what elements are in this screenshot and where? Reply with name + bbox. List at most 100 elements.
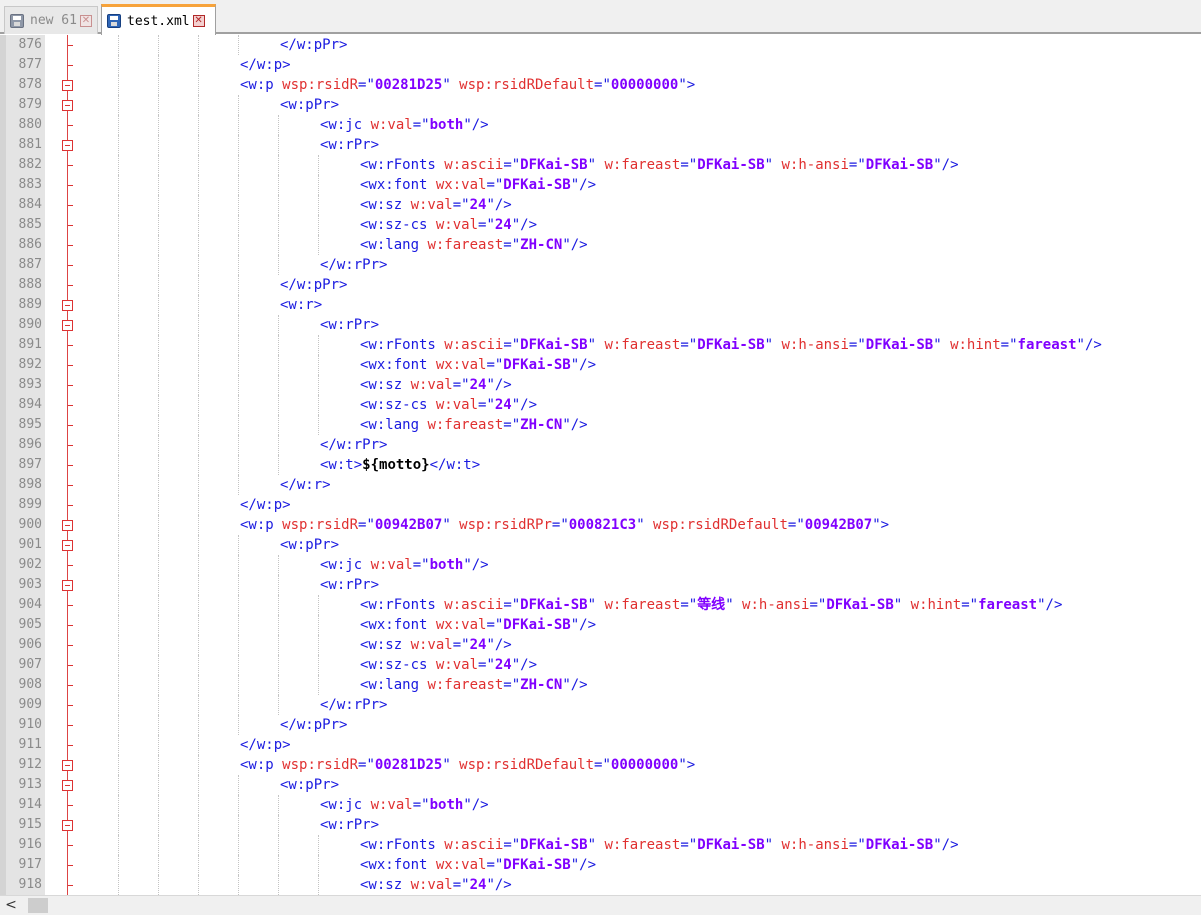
code-line[interactable]: 900 <w:p wsp:rsidR="00942B07" wsp:rsidRPr… <box>0 515 1201 535</box>
code-line[interactable]: 911 </w:p> <box>0 735 1201 755</box>
indent-guide <box>238 875 240 895</box>
indent-guide <box>238 815 240 835</box>
xml-value-token: 24 <box>494 397 512 413</box>
indent-guide <box>278 595 280 615</box>
code-line[interactable]: 889 <w:r> <box>0 295 1201 315</box>
code-line[interactable]: 906 <w:sz w:val="24"/> <box>0 635 1201 655</box>
line-number: 880 <box>18 117 42 132</box>
fold-toggle-icon[interactable] <box>62 540 73 551</box>
tab-test-xml[interactable]: test.xml ✕ <box>101 4 216 35</box>
xml-tag-token: =" <box>412 117 430 133</box>
line-number: 877 <box>18 57 42 72</box>
fold-toggle-icon[interactable] <box>62 820 73 831</box>
code-line[interactable]: 898 </w:r> <box>0 475 1201 495</box>
fold-toggle-icon[interactable] <box>62 300 73 311</box>
close-icon[interactable]: ✕ <box>192 15 205 27</box>
code-editor[interactable]: 876 </w:pPr> 877 </w:p> 878 <w:p wsp:rsidR="0… <box>0 35 1201 895</box>
scrollbar-thumb[interactable] <box>28 898 48 913</box>
code-line[interactable]: 881 <w:rPr> <box>0 135 1201 155</box>
tab-label: test.xml <box>127 13 190 29</box>
fold-toggle-icon[interactable] <box>62 780 73 791</box>
code-line[interactable]: 910 </w:pPr> <box>0 715 1201 735</box>
code-line[interactable]: 908 <w:lang w:fareast="ZH-CN"/> <box>0 675 1201 695</box>
scroll-left-arrow-icon[interactable]: < <box>2 897 20 914</box>
indent-guide <box>158 875 160 895</box>
xml-tag-token: "/> <box>562 677 588 693</box>
code-line[interactable]: 915 <w:rPr> <box>0 815 1201 835</box>
xml-tag-token: <w:p <box>240 757 283 773</box>
code-line[interactable]: 901 <w:pPr> <box>0 535 1201 555</box>
code-line[interactable]: 896 </w:rPr> <box>0 435 1201 455</box>
line-number: 879 <box>18 97 42 112</box>
code-line[interactable]: 886 <w:lang w:fareast="ZH-CN"/> <box>0 235 1201 255</box>
code-line[interactable]: 879 <w:pPr> <box>0 95 1201 115</box>
code-line[interactable]: 894 <w:sz-cs w:val="24"/> <box>0 395 1201 415</box>
line-number: 916 <box>18 837 42 852</box>
save-disk-icon <box>10 13 24 28</box>
line-number: 886 <box>18 237 42 252</box>
code-line[interactable]: 890 <w:rPr> <box>0 315 1201 335</box>
code-line[interactable]: 877 </w:p> <box>0 55 1201 75</box>
fold-toggle-icon[interactable] <box>62 80 73 91</box>
fold-toggle-icon[interactable] <box>62 100 73 111</box>
code-line[interactable]: 917 <wx:font wx:val="DFKai-SB"/> <box>0 855 1201 875</box>
code-line[interactable]: 895 <w:lang w:fareast="ZH-CN"/> <box>0 415 1201 435</box>
indent-guide <box>278 255 280 275</box>
code-line[interactable]: 884 <w:sz w:val="24"/> <box>0 195 1201 215</box>
code-line[interactable]: 878 <w:p wsp:rsidR="00281D25" wsp:rsidRDe… <box>0 75 1201 95</box>
fold-toggle-icon[interactable] <box>62 520 73 531</box>
line-number: 890 <box>18 317 42 332</box>
xml-tag-token: </w:r> <box>280 477 331 493</box>
code-line[interactable]: 913 <w:pPr> <box>0 775 1201 795</box>
code-line[interactable]: 882 <w:rFonts w:ascii="DFKai-SB" w:fareas… <box>0 155 1201 175</box>
xml-attribute-token: w:ascii <box>444 157 504 173</box>
indent-guide <box>198 175 200 195</box>
fold-toggle-icon[interactable] <box>62 140 73 151</box>
code-line[interactable]: 897 <w:t>${motto}</w:t> <box>0 455 1201 475</box>
code-line[interactable]: 905 <wx:font wx:val="DFKai-SB"/> <box>0 615 1201 635</box>
code-line[interactable]: 916 <w:rFonts w:ascii="DFKai-SB" w:fareas… <box>0 835 1201 855</box>
code-line[interactable]: 883 <wx:font wx:val="DFKai-SB"/> <box>0 175 1201 195</box>
code-line[interactable]: 888 </w:pPr> <box>0 275 1201 295</box>
code-line[interactable]: 899 </w:p> <box>0 495 1201 515</box>
code-text: </w:p> <box>240 495 291 515</box>
fold-toggle-icon[interactable] <box>62 580 73 591</box>
code-line[interactable]: 918 <w:sz w:val="24"/> <box>0 875 1201 895</box>
close-icon[interactable]: ✕ <box>79 14 92 27</box>
code-line[interactable]: 876 </w:pPr> <box>0 35 1201 55</box>
code-line[interactable]: 902 <w:jc w:val="both"/> <box>0 555 1201 575</box>
xml-tag-token: <w:rFonts <box>360 837 445 853</box>
indent-guide <box>158 75 160 95</box>
code-line[interactable]: 885 <w:sz-cs w:val="24"/> <box>0 215 1201 235</box>
fold-line-marker <box>68 225 73 226</box>
code-line[interactable]: 909 </w:rPr> <box>0 695 1201 715</box>
code-line[interactable]: 904 <w:rFonts w:ascii="DFKai-SB" w:fareas… <box>0 595 1201 615</box>
code-line[interactable]: 907 <w:sz-cs w:val="24"/> <box>0 655 1201 675</box>
xml-tag-token: "/> <box>933 837 959 853</box>
horizontal-scrollbar[interactable]: < <box>0 895 1201 915</box>
code-text: <w:rPr> <box>320 135 379 155</box>
code-line[interactable]: 912 <w:p wsp:rsidR="00281D25" wsp:rsidRDe… <box>0 755 1201 775</box>
fold-line-marker <box>68 205 73 206</box>
line-number: 904 <box>18 597 42 612</box>
xml-tag-token: " <box>725 597 743 613</box>
code-line[interactable]: 891 <w:rFonts w:ascii="DFKai-SB" w:fareas… <box>0 335 1201 355</box>
code-text: <w:jc w:val="both"/> <box>320 555 489 575</box>
line-number: 881 <box>18 137 42 152</box>
fold-toggle-icon[interactable] <box>62 760 73 771</box>
indent-guide <box>278 315 280 335</box>
tab-new-61[interactable]: new 61 ✕ <box>4 6 98 34</box>
fold-toggle-icon[interactable] <box>62 320 73 331</box>
xml-value-token: 00281D25 <box>374 757 443 773</box>
xml-value-token: 00942B07 <box>374 517 443 533</box>
code-line[interactable]: 893 <w:sz w:val="24"/> <box>0 375 1201 395</box>
code-line[interactable]: 887 </w:rPr> <box>0 255 1201 275</box>
code-line[interactable]: 880 <w:jc w:val="both"/> <box>0 115 1201 135</box>
xml-tag-token: =" <box>680 157 698 173</box>
indent-guide <box>318 395 320 415</box>
code-line[interactable]: 914 <w:jc w:val="both"/> <box>0 795 1201 815</box>
code-line[interactable]: 903 <w:rPr> <box>0 575 1201 595</box>
xml-tag-token: "/> <box>486 637 512 653</box>
code-line[interactable]: 892 <wx:font wx:val="DFKai-SB"/> <box>0 355 1201 375</box>
xml-value-token: DFKai-SB <box>520 597 588 613</box>
